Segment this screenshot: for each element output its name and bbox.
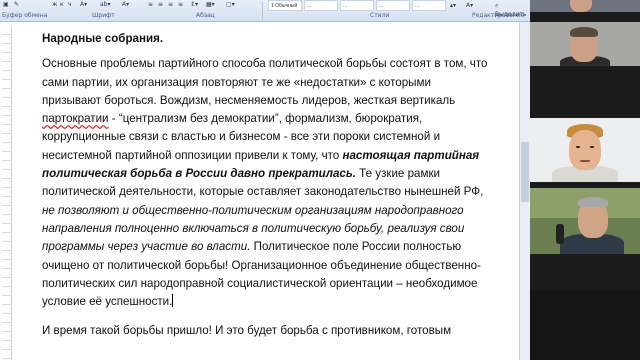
p1-spellcheck-word: партократии [42,112,109,126]
line-spacing-icon[interactable]: ↕▾ [190,1,198,9]
format-painter-icon[interactable]: ✎ [14,1,19,9]
scroll-thumb[interactable] [521,142,529,202]
ribbon: ▣ ✎ ж к ч A▾ ab▾ A▾ ≡ ≡ ≡ ≡ ↕▾ ▦▾ ▢▾ 1 О… [0,0,530,22]
vertical-ruler [2,26,12,360]
bold-icon[interactable]: ж [52,1,57,9]
borders-icon[interactable]: ▢▾ [226,1,235,9]
style-item-2[interactable]: ... [304,0,338,11]
group-clipboard-label: Буфер обмена [2,12,48,19]
group-styles-label: Стили [370,12,390,19]
ribbon-separator [262,2,263,20]
participant-video-3 [530,118,640,182]
find-icon[interactable]: ⌕ [495,2,498,10]
highlight-icon[interactable]: ab▾ [100,1,111,9]
participant-face [570,0,592,12]
font-color-icon[interactable]: A▾ [80,1,87,9]
p1-text-1: Основные проблемы партийного способа пол… [42,57,488,107]
group-font-label: Шрифт [92,12,115,19]
change-styles-icon[interactable]: A▾ [466,2,473,10]
participant-eye [590,146,594,148]
style-normal[interactable]: 1 Обычный [268,0,302,11]
participant-mouth [580,160,590,162]
vertical-scrollbar[interactable] [519,22,530,360]
paragraph-1: Основные проблемы партийного способа пол… [42,55,488,311]
style-item-4[interactable]: ... [376,0,410,11]
justify-icon[interactable]: ≡ [178,1,183,9]
document-body[interactable]: Народные собрания. Основные проблемы пар… [42,30,488,352]
participant-video-1 [530,0,640,12]
participant-eye [576,146,580,148]
shading-icon[interactable]: ▦▾ [206,1,215,9]
video-panel [530,0,640,360]
align-center-icon[interactable]: ≡ [158,1,163,9]
participant-video-4 [530,188,640,254]
italic-icon[interactable]: к [60,1,64,9]
text-color-icon[interactable]: A▾ [122,1,129,9]
group-editing-label: Редактирование [472,12,525,19]
participant-hair [578,197,608,207]
participant-video-5 [530,290,640,360]
styles-scroll-icon[interactable]: ▴▾ [450,2,456,10]
style-item-5[interactable]: ... [412,0,446,11]
participant-video-2 [530,22,640,66]
document-page[interactable]: Народные собрания. Основные проблемы пар… [18,22,518,360]
participant-face [569,130,601,170]
group-paragraph-label: Абзац [196,12,215,19]
doc-heading: Народные собрания. [42,32,164,45]
paste-icon[interactable]: ▣ [3,1,9,9]
underline-icon[interactable]: ч [68,1,72,9]
participant-hair [570,27,598,37]
align-left-icon[interactable]: ≡ [148,1,153,9]
text-cursor [172,294,174,308]
align-right-icon[interactable]: ≡ [168,1,173,9]
paragraph-2: И время такой борьбы пришло! И это будет… [42,324,452,338]
style-item-3[interactable]: ... [340,0,374,11]
microphone-icon [556,224,564,244]
